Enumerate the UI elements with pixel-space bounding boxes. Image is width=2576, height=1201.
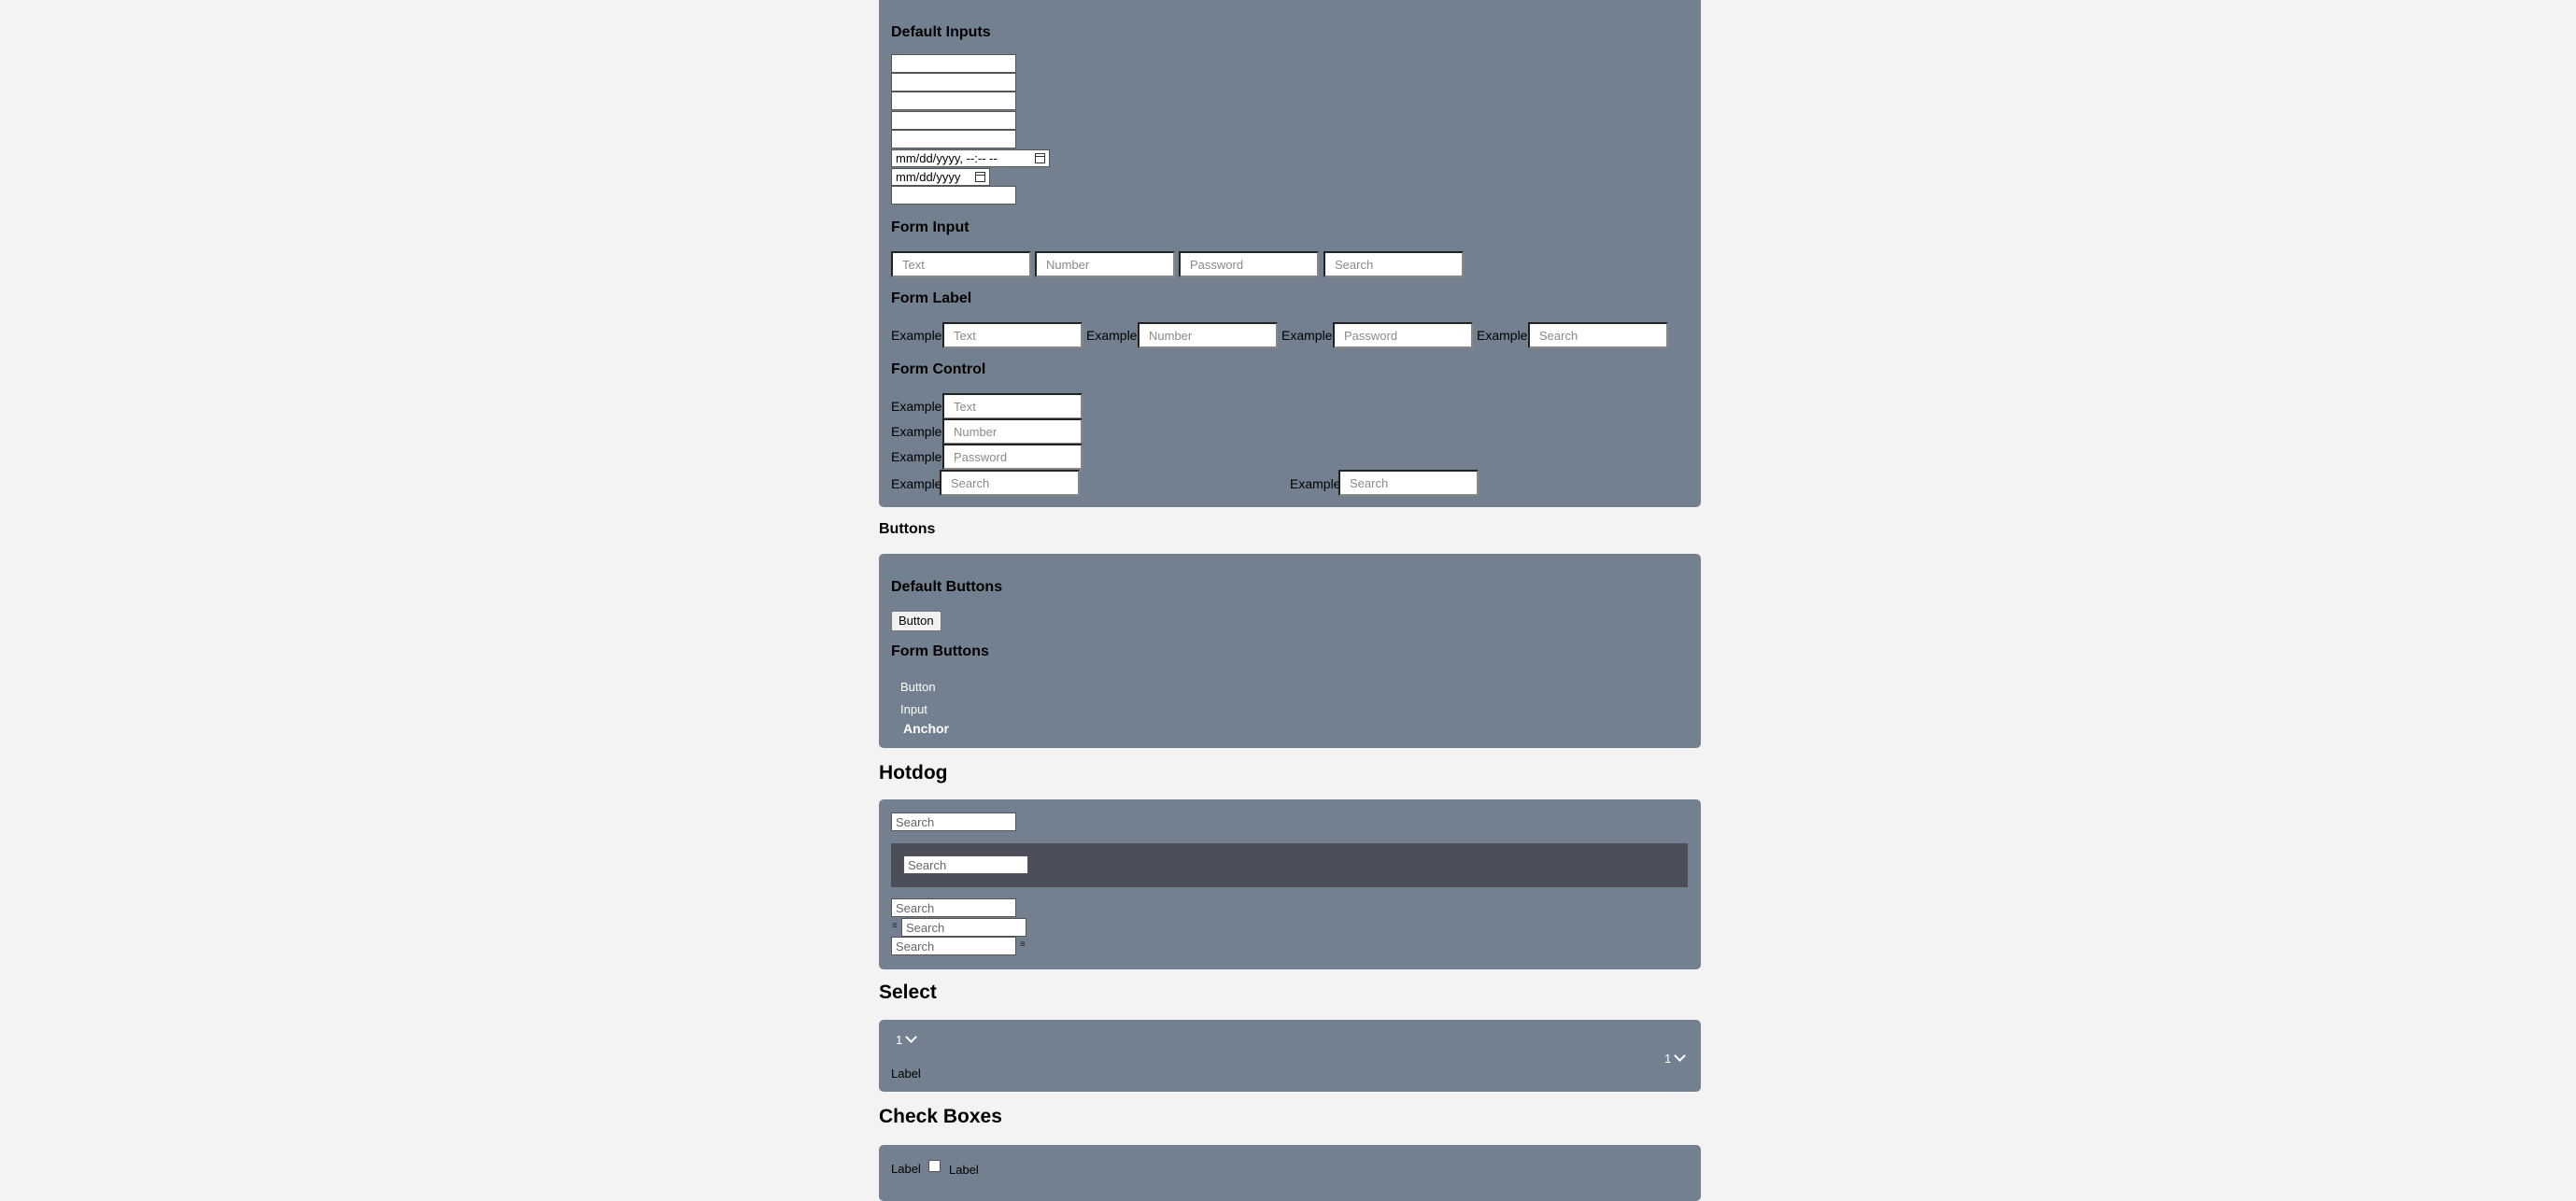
chevron-down-icon xyxy=(905,1031,918,1043)
form-input-text[interactable] xyxy=(891,251,1031,277)
form-control-password-label: Example xyxy=(891,449,942,464)
calendar-icon[interactable] xyxy=(1035,153,1045,163)
form-input-number[interactable] xyxy=(1035,251,1175,277)
form-anchor-button[interactable]: Anchor xyxy=(903,721,949,736)
form-label-password-input[interactable] xyxy=(1333,322,1473,348)
form-control-search-input-2[interactable] xyxy=(1338,470,1479,496)
form-label-text-label: Example xyxy=(891,328,942,343)
default-buttons-heading: Default Buttons xyxy=(891,579,1003,595)
default-button[interactable]: Button xyxy=(891,611,941,631)
form-control-text-input[interactable] xyxy=(942,393,1083,419)
default-input-4[interactable] xyxy=(891,111,1016,130)
form-label-password-label: Example xyxy=(1281,328,1333,343)
form-control-search-label-2: Example xyxy=(1290,476,1341,491)
form-button[interactable]: Button xyxy=(900,680,936,694)
form-label-number-input[interactable] xyxy=(1138,322,1278,348)
checkboxes-panel xyxy=(879,1145,1701,1201)
hotdog-dark-search-input[interactable] xyxy=(903,855,1028,874)
menu-icon[interactable]: ≡ xyxy=(892,921,898,931)
calendar-icon[interactable] xyxy=(975,172,985,182)
select-panel xyxy=(879,1020,1701,1092)
form-control-number-input[interactable] xyxy=(942,418,1083,445)
form-control-number-label: Example xyxy=(891,424,942,439)
select-value: 1 xyxy=(1664,1052,1672,1066)
hotdog-stack-search-1[interactable] xyxy=(891,898,1016,917)
date-input[interactable]: mm/dd/yyyy xyxy=(891,168,990,186)
hotdog-stack-search-3[interactable] xyxy=(891,937,1016,955)
buttons-title: Buttons xyxy=(879,521,936,537)
form-control-search-label: Example xyxy=(891,476,942,491)
form-control-text-label: Example xyxy=(891,399,942,414)
checkbox-label-before: Label xyxy=(891,1162,921,1176)
default-input-6[interactable] xyxy=(891,186,1016,205)
form-label-search-label: Example xyxy=(1477,328,1528,343)
date-value: mm/dd/yyyy xyxy=(896,169,961,184)
checkboxes-title: Check Boxes xyxy=(879,1106,1002,1127)
form-input-password[interactable] xyxy=(1179,251,1319,277)
form-control-password-input[interactable] xyxy=(942,444,1083,470)
form-control-heading: Form Control xyxy=(891,361,986,377)
form-label-search-input[interactable] xyxy=(1528,322,1668,348)
select-value: 1 xyxy=(896,1033,903,1047)
form-label-number-label: Example xyxy=(1086,328,1138,343)
form-label-heading: Form Label xyxy=(891,290,972,306)
select-label: Label xyxy=(891,1067,921,1081)
form-buttons-heading: Form Buttons xyxy=(891,643,989,659)
hotdog-stack-search-2[interactable] xyxy=(901,918,1026,937)
form-input-button[interactable]: Input xyxy=(900,702,927,716)
datetime-input[interactable]: mm/dd/yyyy, --:-- -- xyxy=(891,149,1050,167)
default-input-1[interactable] xyxy=(891,54,1016,73)
hotdog-title: Hotdog xyxy=(879,762,948,784)
default-input-2[interactable] xyxy=(891,73,1016,92)
select-dropdown-2[interactable]: 1 xyxy=(1664,1050,1687,1066)
datetime-value: mm/dd/yyyy, --:-- -- xyxy=(896,150,998,165)
select-title: Select xyxy=(879,982,937,1003)
form-control-search-input[interactable] xyxy=(940,470,1080,496)
form-label-text-input[interactable] xyxy=(942,322,1083,348)
default-inputs-heading: Default Inputs xyxy=(891,24,991,40)
form-input-heading: Form Input xyxy=(891,219,970,235)
default-input-5[interactable] xyxy=(891,130,1016,148)
menu-icon[interactable]: ≡ xyxy=(1020,940,1026,950)
chevron-down-icon xyxy=(1674,1050,1687,1062)
default-input-3[interactable] xyxy=(891,92,1016,110)
checkbox[interactable] xyxy=(928,1160,941,1172)
hotdog-search-input[interactable] xyxy=(891,812,1016,831)
checkbox-label-after: Label xyxy=(949,1163,979,1177)
form-input-search[interactable] xyxy=(1323,251,1464,277)
select-dropdown-1[interactable]: 1 xyxy=(896,1031,918,1047)
